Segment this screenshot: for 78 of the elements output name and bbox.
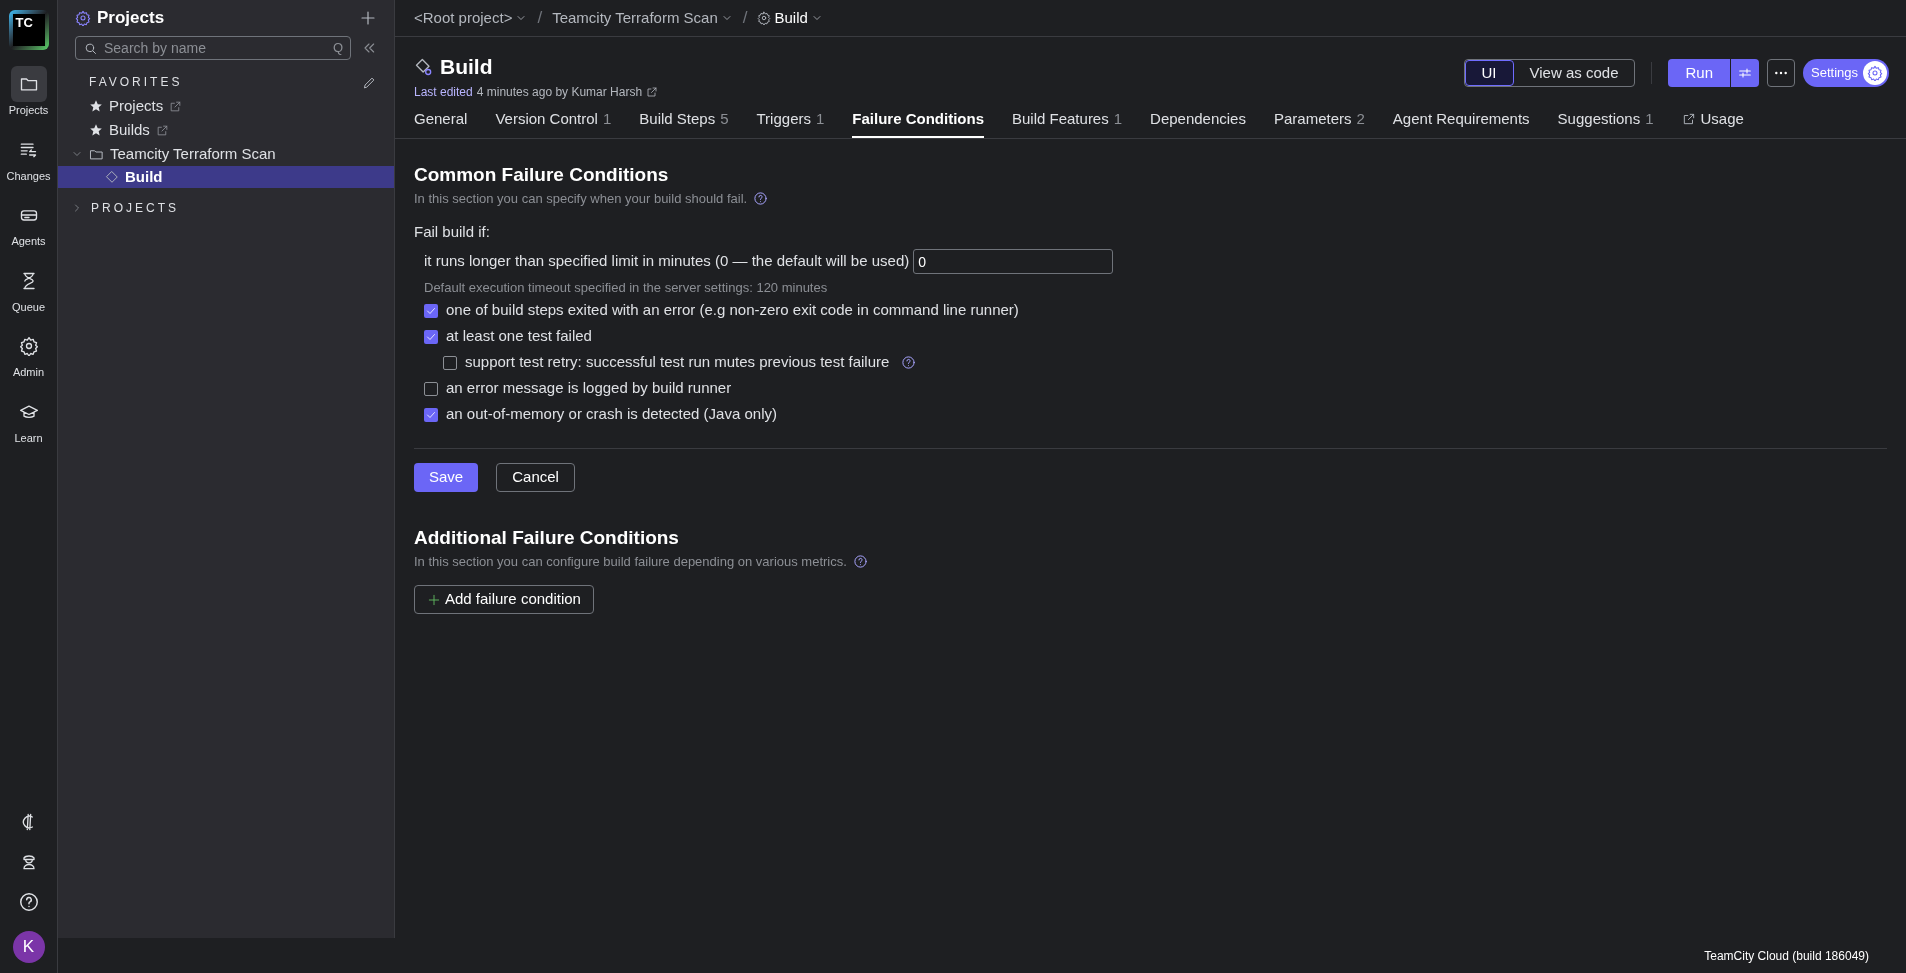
last-edited-link[interactable]: Last edited bbox=[414, 83, 473, 101]
page-title: Build bbox=[440, 54, 493, 80]
checkbox[interactable] bbox=[424, 303, 438, 318]
tab[interactable]: Agent Requirements bbox=[1392, 107, 1530, 138]
nav-agents-button[interactable]: Agents bbox=[10, 197, 47, 250]
projects-section-toggle[interactable]: PROJECTS bbox=[58, 196, 394, 220]
cancel-button[interactable]: Cancel bbox=[496, 462, 575, 492]
star-icon bbox=[89, 123, 103, 137]
search-field[interactable]: Search by name Q bbox=[75, 36, 351, 60]
nav-learn-button[interactable]: Learn bbox=[10, 393, 47, 446]
save-button[interactable]: Save bbox=[414, 462, 479, 492]
breadcrumb-separator: / bbox=[742, 7, 748, 30]
add-icon[interactable] bbox=[359, 9, 377, 27]
edited-info: 4 minutes ago by Kumar Harsh bbox=[476, 84, 643, 101]
checkbox[interactable] bbox=[424, 329, 438, 344]
search-input[interactable]: Search by name bbox=[104, 37, 327, 59]
tab[interactable]: General bbox=[414, 107, 468, 138]
tab[interactable]: Suggestions 1 bbox=[1557, 107, 1654, 138]
field-hint: Default execution timeout specified in the server settings: 120 minutes bbox=[423, 279, 829, 297]
tab[interactable]: Build Steps 5 bbox=[639, 107, 729, 138]
nav-admin-button[interactable]: Admin bbox=[10, 328, 47, 381]
breadcrumb-separator: / bbox=[537, 7, 543, 30]
nav-queue-button[interactable]: Queue bbox=[10, 262, 47, 315]
admin-icon bbox=[18, 336, 39, 356]
gear-icon bbox=[75, 10, 91, 26]
tab[interactable]: Version Control 1 bbox=[495, 107, 612, 138]
breadcrumb-link[interactable]: Teamcity Terraform Scan bbox=[552, 6, 733, 30]
favorite-link[interactable]: Builds bbox=[109, 118, 150, 142]
checkbox[interactable] bbox=[443, 355, 457, 370]
external-link-icon bbox=[646, 86, 659, 98]
build-tree-item[interactable]: Build bbox=[58, 166, 394, 188]
section-title: Common Failure Conditions bbox=[414, 163, 670, 187]
add-failure-condition-button[interactable]: Add failure condition bbox=[414, 585, 594, 614]
external-link-icon bbox=[1681, 111, 1696, 126]
shortcut-hint: Q bbox=[332, 39, 343, 58]
tab[interactable]: Failure Conditions bbox=[852, 107, 984, 138]
diamond-icon bbox=[105, 170, 119, 184]
section-description: In this section you can specify when your build should fail. bbox=[414, 190, 748, 208]
checkbox-label: an out-of-memory or crash is detected (Java only) bbox=[446, 404, 777, 425]
tab[interactable]: Dependencies bbox=[1150, 107, 1246, 138]
external-link-icon bbox=[169, 99, 183, 113]
checkbox-label: at least one test failed bbox=[446, 326, 592, 347]
breadcrumb-link[interactable]: <Root project> bbox=[414, 6, 528, 30]
build-config-icon bbox=[414, 57, 434, 77]
footer-version: TeamCity Cloud (build 186049) bbox=[1704, 947, 1869, 965]
section-description: In this section you can configure build failure depending on various metrics. bbox=[414, 552, 847, 571]
gear-icon bbox=[1867, 65, 1883, 81]
checkbox-label: support test retry: successful test run mutes previous test failure bbox=[465, 352, 890, 373]
timeout-input[interactable]: 0 bbox=[913, 249, 1114, 274]
section-heading: FAVORITES bbox=[89, 74, 183, 91]
project-tree-item[interactable]: Teamcity Terraform Scan bbox=[58, 142, 394, 166]
view-toggle-option[interactable]: View as code bbox=[1513, 60, 1635, 86]
checkbox-label: an error message is logged by build runner bbox=[446, 378, 732, 399]
tab[interactable]: Parameters 2 bbox=[1273, 107, 1365, 138]
more-button[interactable] bbox=[1767, 59, 1795, 87]
timeout-label: it runs longer than specified limit in minutes (0 — the default will be used) bbox=[424, 251, 910, 272]
teamcity-logo[interactable]: TC bbox=[8, 10, 49, 50]
plus-icon bbox=[427, 592, 441, 607]
settings-button[interactable]: Settings bbox=[1803, 59, 1889, 87]
view-toggle-option[interactable]: UI bbox=[1464, 60, 1514, 86]
sidebar-title: Projects bbox=[97, 7, 165, 30]
tab[interactable]: Usage bbox=[1681, 107, 1744, 138]
checkbox[interactable] bbox=[424, 381, 438, 396]
section-title: Additional Failure Conditions bbox=[414, 525, 680, 550]
user-avatar[interactable]: K bbox=[12, 931, 45, 963]
tab[interactable]: Build Features 1 bbox=[1012, 107, 1123, 138]
breadcrumb-link[interactable]: Build bbox=[757, 6, 823, 30]
favorite-link[interactable]: Projects bbox=[109, 94, 164, 118]
tab[interactable]: Triggers 1 bbox=[756, 107, 825, 138]
checkbox-label: one of build steps exited with an error (e.g non-zero exit code in command line runner) bbox=[446, 300, 1019, 321]
star-icon bbox=[89, 99, 103, 113]
external-link-icon bbox=[155, 123, 169, 137]
field-label: Fail build if: bbox=[414, 221, 491, 242]
gear-icon bbox=[757, 11, 772, 25]
nav-changes-button[interactable]: Changes bbox=[6, 131, 51, 184]
checkbox[interactable] bbox=[424, 407, 438, 422]
help-icon[interactable] bbox=[17, 891, 40, 913]
run-button[interactable]: Run bbox=[1668, 59, 1730, 87]
